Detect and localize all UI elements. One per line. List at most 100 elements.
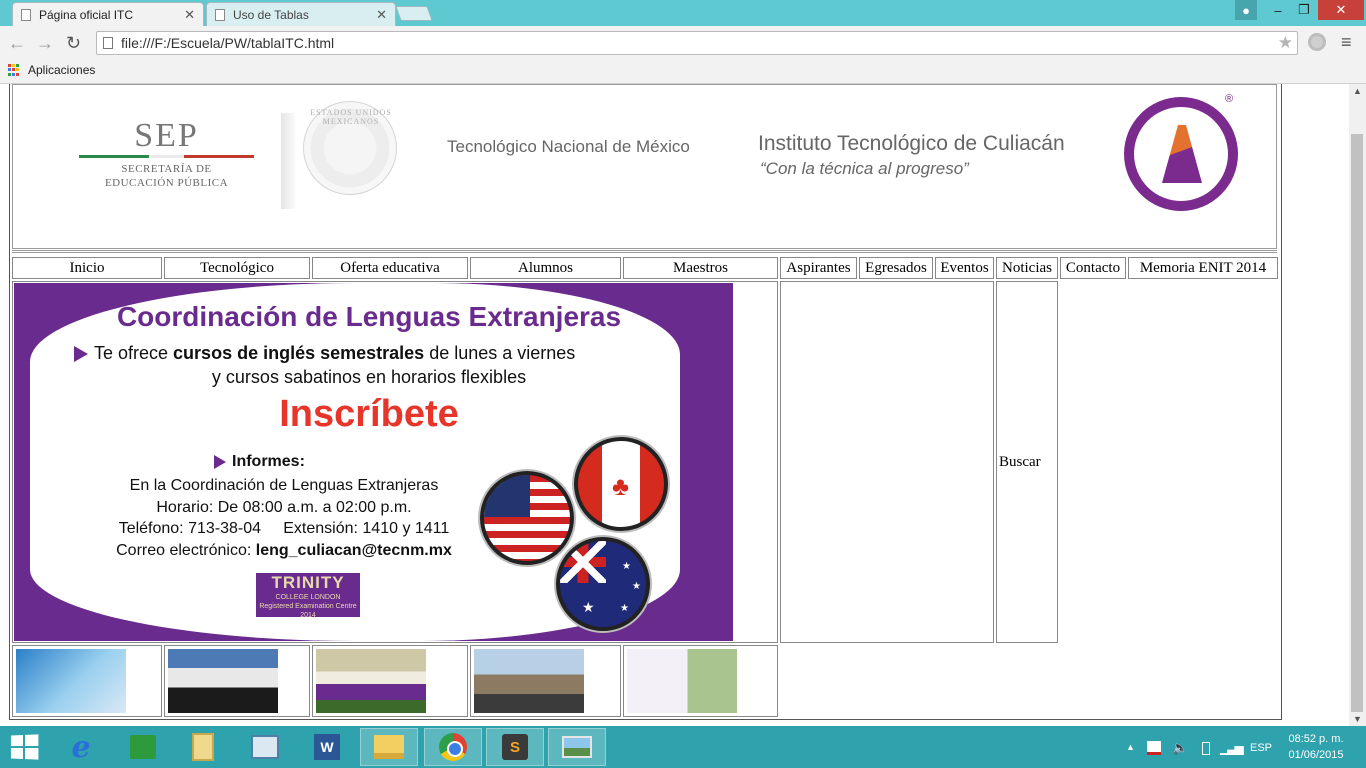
scrollbar-thumb[interactable] — [1351, 134, 1363, 712]
arrow-right-icon — [214, 454, 226, 469]
sep-logo[interactable]: SEP SECRETARÍA DE EDUCACIÓN PÚBLICA — [79, 119, 254, 190]
thumbnail-image[interactable] — [316, 649, 426, 713]
back-button[interactable]: ← — [8, 33, 26, 54]
reload-button[interactable]: ↻ — [66, 33, 81, 54]
photos-button[interactable] — [548, 728, 606, 766]
apps-grid-icon[interactable] — [8, 64, 20, 76]
close-window-button[interactable]: ✕ — [1318, 0, 1364, 20]
battery-icon[interactable] — [1202, 742, 1210, 755]
minimize-button[interactable]: – — [1265, 0, 1291, 20]
banner-informes: Informes: — [214, 453, 305, 471]
banner-line1: Te ofrece cursos de inglés semestrales d… — [74, 343, 575, 364]
sublime-text-icon: S — [502, 734, 528, 760]
nav-egresados[interactable]: Egresados — [859, 257, 933, 279]
bookmark-star-icon[interactable]: ★ — [1278, 33, 1293, 53]
chrome-icon — [439, 733, 467, 761]
thumbnail-image[interactable] — [627, 649, 737, 713]
page-header: SEP SECRETARÍA DE EDUCACIÓN PÚBLICA ESTA… — [12, 84, 1277, 249]
banner-email-label: Correo electrónico: — [116, 541, 256, 559]
browser-titlebar: Página oficial ITC ✕ Uso de Tablas ✕ ● –… — [0, 0, 1366, 26]
nav-inicio[interactable]: Inicio — [12, 257, 162, 279]
page-viewport: SEP SECRETARÍA DE EDUCACIÓN PÚBLICA ESTA… — [0, 84, 1349, 726]
nav-maestros[interactable]: Maestros — [623, 257, 778, 279]
user-profile-button[interactable]: ● — [1235, 0, 1257, 20]
bookmarks-bar: Aplicaciones — [0, 60, 1366, 84]
page-icon — [21, 8, 31, 21]
show-hidden-icons[interactable]: ▲ — [1126, 742, 1135, 752]
page-icon — [215, 8, 225, 21]
url-text[interactable]: file:///F:/Escuela/PW/tablaITC.html — [121, 35, 334, 51]
thumbnail-cell[interactable] — [12, 645, 162, 717]
nav-aspirantes[interactable]: Aspirantes — [780, 257, 857, 279]
store-icon — [130, 735, 156, 759]
thumbnail-cell[interactable] — [312, 645, 468, 717]
itc-logo[interactable] — [1124, 97, 1238, 211]
documents-button[interactable] — [174, 728, 232, 766]
control-panel-button[interactable] — [236, 728, 294, 766]
usa-canton — [484, 475, 530, 517]
chrome-button[interactable] — [424, 728, 482, 766]
trinity-sub2: Registered Examination Centre 2014 — [259, 603, 357, 619]
tab-pagina-oficial[interactable]: Página oficial ITC ✕ — [12, 2, 204, 26]
banner-line1-post: de lunes a viernes — [424, 343, 576, 363]
file-explorer-button[interactable] — [360, 728, 418, 766]
action-center-icon[interactable] — [1147, 741, 1161, 755]
banner-image[interactable]: Coordinación de Lenguas Extranjeras Te o… — [14, 283, 733, 641]
network-icon[interactable]: ▁▃▅ — [1220, 741, 1244, 755]
thumbnail-cell[interactable] — [623, 645, 778, 717]
banner-line1-bold: cursos de inglés semestrales — [173, 343, 425, 363]
nav-eventos[interactable]: Eventos — [935, 257, 994, 279]
nav-tecnologico[interactable]: Tecnológico — [164, 257, 310, 279]
banner-email-value: leng_culiacan@tecnm.mx — [255, 541, 452, 559]
australia-flag-icon: ★ ★ ★ ★ — [556, 537, 650, 631]
scroll-up-icon[interactable]: ▲ — [1353, 86, 1362, 96]
nav-contacto[interactable]: Contacto — [1060, 257, 1126, 279]
nav-memoria-enit[interactable]: Memoria ENIT 2014 — [1128, 257, 1278, 279]
maple-leaf-icon: ♣ — [612, 471, 630, 501]
nav-oferta-educativa[interactable]: Oferta educativa — [312, 257, 468, 279]
trinity-name: TRINITY — [271, 573, 345, 592]
search-cell[interactable]: Buscar — [996, 281, 1058, 643]
close-tab-icon[interactable]: ✕ — [376, 7, 387, 23]
banner-info: En la Coordinación de Lenguas Extranjera… — [74, 475, 494, 561]
maximize-button[interactable]: ❐ — [1291, 0, 1317, 20]
close-tab-icon[interactable]: ✕ — [184, 7, 195, 23]
union-jack — [560, 541, 606, 583]
thumbnail-image[interactable] — [16, 649, 126, 713]
thumbnail-image[interactable] — [474, 649, 584, 713]
sublime-text-button[interactable]: S — [486, 728, 544, 766]
documents-icon — [192, 733, 214, 761]
extension-icon[interactable] — [1308, 33, 1326, 51]
volume-icon[interactable]: 🔈 — [1172, 740, 1188, 756]
file-explorer-icon — [374, 735, 404, 759]
banner-info-email: Correo electrónico: leng_culiacan@tecnm.… — [74, 540, 494, 562]
scroll-down-icon[interactable]: ▼ — [1353, 714, 1362, 724]
page-scrollbar[interactable]: ▲ ▼ — [1349, 84, 1366, 726]
canada-flag-icon: ♣ — [574, 437, 668, 531]
photos-icon — [562, 736, 592, 758]
tab-title: Uso de Tablas — [233, 7, 309, 22]
internet-explorer-button[interactable]: e — [52, 728, 110, 766]
thumbnail-cell[interactable] — [470, 645, 621, 717]
apps-link[interactable]: Aplicaciones — [28, 63, 95, 77]
start-icon[interactable] — [10, 734, 39, 760]
forward-button[interactable]: → — [36, 33, 54, 54]
menu-icon[interactable]: ≡ — [1341, 32, 1352, 53]
sep-logo-sub2: EDUCACIÓN PÚBLICA — [104, 177, 229, 189]
nav-noticias[interactable]: Noticias — [996, 257, 1058, 279]
thumbnail-image[interactable] — [168, 649, 278, 713]
word-button[interactable]: W — [298, 728, 356, 766]
store-button[interactable] — [114, 728, 172, 766]
search-label[interactable]: Buscar — [999, 454, 1041, 471]
address-bar[interactable]: file:///F:/Escuela/PW/tablaITC.html ★ — [96, 31, 1298, 55]
banner-line1-pre: Te ofrece — [94, 343, 174, 363]
thumbnail-cell[interactable] — [164, 645, 310, 717]
system-clock[interactable]: 08:52 p. m. 01/06/2015 — [1284, 731, 1348, 763]
nav-alumnos[interactable]: Alumnos — [470, 257, 621, 279]
clock-date: 01/06/2015 — [1288, 749, 1344, 761]
tab-uso-de-tablas[interactable]: Uso de Tablas ✕ — [206, 2, 396, 26]
banner-cta: Inscríbete — [279, 393, 459, 435]
language-indicator[interactable]: ESP — [1250, 742, 1272, 754]
new-tab-button[interactable] — [395, 6, 433, 21]
tab-title: Página oficial ITC — [39, 7, 134, 22]
